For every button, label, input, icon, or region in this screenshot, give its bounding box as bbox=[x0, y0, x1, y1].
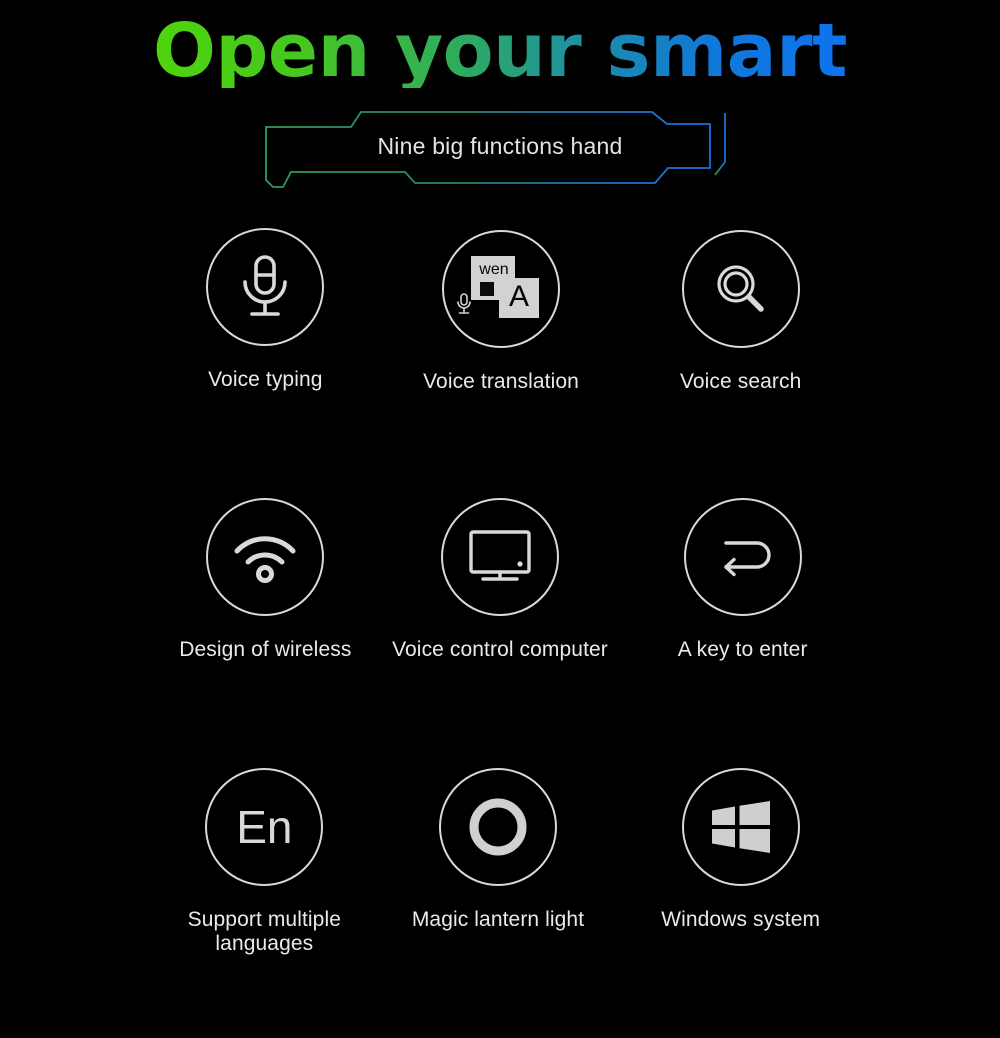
headline-container: Open your smart bbox=[0, 14, 1000, 88]
feature-item-magic-lantern-light[interactable]: Magic lantern light bbox=[375, 768, 622, 1038]
feature-item-a-key-to-enter[interactable]: A key to enter bbox=[619, 498, 866, 768]
feature-label: Design of wireless bbox=[179, 638, 352, 661]
magnifier-icon bbox=[717, 265, 764, 312]
feature-item-support-multiple-languages[interactable]: En Support multiple languages bbox=[141, 768, 388, 1038]
en-text-icon: En bbox=[236, 801, 293, 853]
icon-circle bbox=[438, 768, 557, 886]
enter-key-icon bbox=[723, 541, 771, 577]
feature-grid: Voice typing wen A Voice translation Voi… bbox=[130, 228, 870, 1038]
feature-label: A key to enter bbox=[677, 638, 808, 661]
feature-item-voice-translation[interactable]: wen A Voice translation bbox=[378, 230, 625, 500]
translation-marker-square bbox=[479, 282, 494, 296]
windows-logo-icon bbox=[711, 801, 770, 853]
icon-circle bbox=[206, 228, 325, 346]
page-title: Open your smart bbox=[153, 8, 847, 94]
feature-label: Voice control computer bbox=[392, 638, 608, 661]
icon-circle bbox=[683, 498, 802, 616]
subtitle-banner: Nine big functions hand bbox=[263, 100, 737, 192]
feature-item-windows-system[interactable]: Windows system bbox=[617, 768, 864, 1038]
ring-light-icon bbox=[469, 798, 527, 856]
monitor-icon bbox=[469, 530, 531, 581]
icon-circle bbox=[206, 498, 325, 616]
wifi-icon bbox=[234, 536, 296, 583]
feature-label: Support multiple languages bbox=[187, 908, 341, 956]
promo-page: Open your smart Nine big functions hand … bbox=[0, 0, 1000, 1000]
monitor-led-dot bbox=[517, 561, 523, 567]
translation-icon: wen A bbox=[457, 256, 539, 322]
feature-label: Voice translation bbox=[423, 370, 579, 393]
feature-label: Magic lantern light bbox=[411, 908, 585, 931]
feature-label: Voice search bbox=[679, 370, 802, 393]
icon-circle: En bbox=[205, 768, 324, 886]
icon-circle bbox=[681, 768, 800, 886]
translation-target-glyph: A bbox=[508, 280, 529, 313]
feature-label: Windows system bbox=[661, 908, 821, 931]
feature-item-voice-search[interactable]: Voice search bbox=[617, 230, 864, 500]
feature-item-voice-typing[interactable]: Voice typing bbox=[142, 228, 389, 498]
icon-circle bbox=[681, 230, 800, 348]
icon-circle bbox=[440, 498, 559, 616]
feature-item-design-of-wireless[interactable]: Design of wireless bbox=[142, 498, 389, 768]
feature-item-voice-control-computer[interactable]: Voice control computer bbox=[377, 498, 624, 768]
icon-circle: wen A bbox=[441, 230, 560, 348]
feature-label: Voice typing bbox=[208, 368, 323, 391]
page-subtitle: Nine big functions hand bbox=[377, 132, 623, 159]
microphone-icon bbox=[243, 255, 288, 316]
mini-microphone-icon bbox=[457, 293, 471, 314]
